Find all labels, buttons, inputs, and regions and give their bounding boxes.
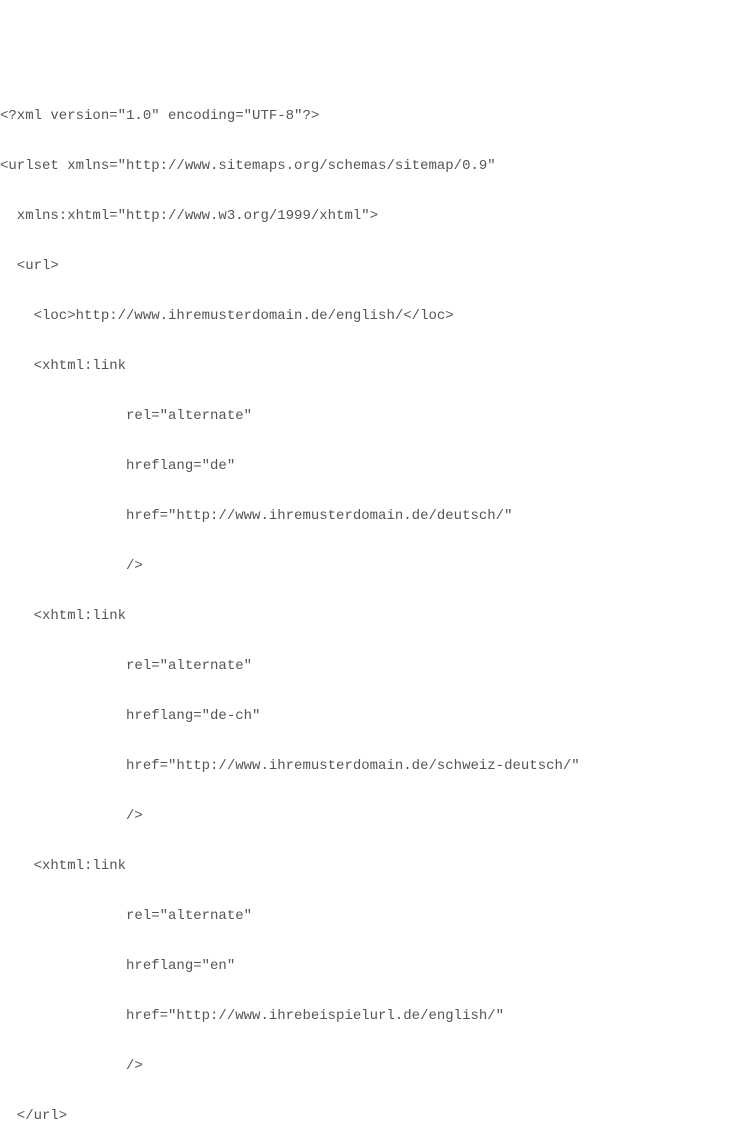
- code-line: />: [0, 1054, 736, 1079]
- code-line: href="http://www.ihrebeispielurl.de/engl…: [0, 1004, 736, 1029]
- code-line: hreflang="de": [0, 454, 736, 479]
- code-line: rel="alternate": [0, 904, 736, 929]
- code-line: href="http://www.ihremusterdomain.de/deu…: [0, 504, 736, 529]
- code-line: <loc>http://www.ihremusterdomain.de/engl…: [0, 304, 736, 329]
- code-line: <urlset xmlns="http://www.sitemaps.org/s…: [0, 154, 736, 179]
- code-line: hreflang="en": [0, 954, 736, 979]
- code-line: </url>: [0, 1104, 736, 1129]
- code-line: hreflang="de-ch": [0, 704, 736, 729]
- code-line: rel="alternate": [0, 404, 736, 429]
- code-line: <xhtml:link: [0, 854, 736, 879]
- code-line: <url>: [0, 254, 736, 279]
- code-line: />: [0, 804, 736, 829]
- code-block: <?xml version="1.0" encoding="UTF-8"?> <…: [0, 79, 736, 1134]
- code-line: rel="alternate": [0, 654, 736, 679]
- code-line: xmlns:xhtml="http://www.w3.org/1999/xhtm…: [0, 204, 736, 229]
- code-line: <xhtml:link: [0, 604, 736, 629]
- code-line: href="http://www.ihremusterdomain.de/sch…: [0, 754, 736, 779]
- code-line: <xhtml:link: [0, 354, 736, 379]
- code-line: <?xml version="1.0" encoding="UTF-8"?>: [0, 104, 736, 129]
